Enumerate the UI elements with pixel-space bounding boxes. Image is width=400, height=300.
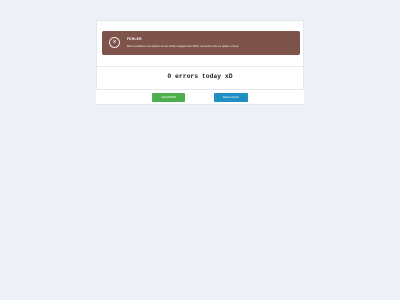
errors-heading: 0 errors today xD: [167, 73, 233, 80]
add-error-button[interactable]: Add ERROR: [152, 93, 185, 102]
alert-title: FEHLER: [127, 37, 142, 41]
reset-counter-button[interactable]: Reset counter: [214, 93, 248, 102]
error-alert: × FEHLER Beim Ausführen der Aktion ist e…: [102, 31, 300, 55]
divider: [97, 66, 303, 67]
alert-message: Beim Ausführen der Aktion ist ein Fehler…: [127, 44, 240, 48]
close-icon[interactable]: ×: [109, 37, 120, 48]
action-bar: [96, 89, 304, 105]
